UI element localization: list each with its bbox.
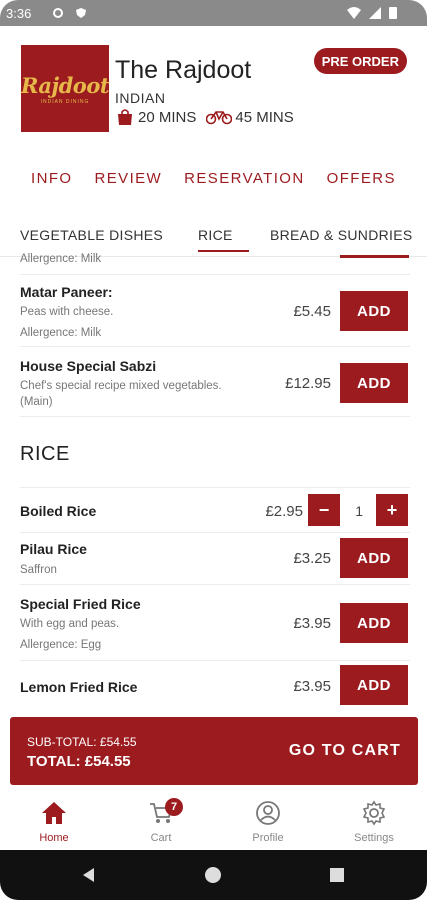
add-button[interactable]: ADD [340, 363, 408, 403]
info-tabs: INFO REVIEW RESERVATION OFFERS [0, 170, 427, 187]
item-description-extra: (Main) [20, 396, 53, 408]
tab-reservation[interactable]: RESERVATION [184, 170, 304, 187]
menu-item: Boiled Rice £2.95 − 1 + [20, 487, 410, 533]
system-navigation-bar [0, 850, 427, 900]
restaurant-cuisine: INDIAN [115, 90, 166, 106]
list-item: Allergence: Milk [20, 247, 410, 275]
item-price: £3.95 [293, 678, 331, 695]
menu-item: Matar Paneer: Peas with cheese. Allergen… [20, 275, 410, 347]
tab-bread-sundries[interactable]: BREAD & SUNDRIES [270, 227, 413, 243]
restaurant-logo: Rajdoot INDIAN DINING [20, 45, 110, 132]
item-allergence: Allergence: Egg [20, 639, 102, 651]
add-button[interactable]: ADD [340, 665, 408, 705]
delivery-time: 45 MINS [235, 108, 294, 126]
tab-offers[interactable]: OFFERS [327, 170, 396, 187]
wifi-icon [347, 6, 361, 19]
recents-icon[interactable] [328, 866, 346, 884]
section-title-rice: RICE [20, 443, 70, 465]
menu-item: Lemon Fried Rice £3.95 ADD [20, 661, 410, 717]
logo-subtitle: INDIAN DINING [40, 98, 90, 105]
cart-subtotal: SUB-TOTAL: £54.55 [27, 735, 137, 749]
cart-summary-bar[interactable]: SUB-TOTAL: £54.55 TOTAL: £54.55 GO TO CA… [10, 717, 418, 785]
nav-settings[interactable]: Settings [334, 800, 414, 844]
quantity-value: 1 [355, 503, 363, 519]
home-circle-icon[interactable] [204, 866, 222, 884]
item-name: House Special Sabzi [20, 358, 157, 374]
go-to-cart-button[interactable]: GO TO CART [289, 742, 401, 760]
item-name: Pilau Rice [20, 541, 87, 557]
collection-time: 20 MINS [138, 108, 197, 126]
nav-cart-label: Cart [150, 832, 172, 844]
decrease-quantity-button[interactable]: − [308, 494, 340, 526]
delivery-times: 20 MINS 45 MINS [115, 108, 294, 126]
nav-home-label: Home [39, 832, 69, 844]
add-button[interactable]: ADD [340, 291, 408, 331]
tab-vegetable-dishes[interactable]: VEGETABLE DISHES [20, 227, 163, 243]
restaurant-header: Rajdoot INDIAN DINING The Rajdoot INDIAN… [20, 44, 410, 134]
bag-icon [118, 109, 132, 125]
item-description: Peas with cheese. [20, 306, 114, 318]
nav-settings-label: Settings [354, 832, 394, 844]
item-name: Boiled Rice [20, 503, 97, 519]
battery-icon [389, 7, 397, 19]
item-allergence: Allergence: Milk [20, 327, 102, 339]
item-description: With egg and peas. [20, 618, 120, 630]
restaurant-name: The Rajdoot [115, 56, 252, 84]
gear-icon [53, 8, 63, 18]
item-price: £2.95 [265, 503, 303, 520]
item-name: Matar Paneer: [20, 284, 113, 300]
add-button[interactable]: ADD [340, 603, 408, 643]
shield-icon [76, 8, 86, 18]
menu-item: Pilau Rice Saffron £3.25 ADD [20, 533, 410, 585]
tab-info[interactable]: INFO [31, 170, 72, 187]
back-icon[interactable] [80, 866, 98, 884]
tab-review[interactable]: REVIEW [95, 170, 163, 187]
profile-icon [256, 801, 280, 825]
app-screen: 3:36 Rajdoot INDIAN DINING The Rajdoot I… [0, 0, 427, 900]
signal-icon [369, 6, 381, 19]
gear-icon [362, 800, 386, 826]
item-description: Chef's special recipe mixed vegetables. [20, 380, 222, 392]
tab-rice[interactable]: RICE [198, 227, 233, 243]
nav-profile[interactable]: Profile [228, 800, 308, 844]
increase-quantity-button[interactable]: + [376, 494, 408, 526]
cart-badge: 7 [165, 798, 183, 816]
bicycle-icon [206, 111, 233, 125]
menu-item: Special Fried Rice With egg and peas. Al… [20, 585, 410, 661]
item-name: Lemon Fried Rice [20, 679, 138, 695]
home-icon [42, 802, 66, 824]
status-time: 3:36 [6, 6, 32, 21]
status-bar: 3:36 [0, 0, 427, 26]
menu-item: House Special Sabzi Chef's special recip… [20, 347, 410, 417]
preorder-button[interactable]: PRE ORDER [313, 48, 407, 74]
menu-list[interactable]: Allergence: Milk Matar Paneer: Peas with… [0, 247, 427, 717]
item-price: £3.95 [293, 615, 331, 632]
item-price: £3.25 [293, 550, 331, 567]
item-allergence: Allergence: Milk [20, 253, 102, 265]
item-name: Special Fried Rice [20, 596, 141, 612]
nav-cart[interactable]: 7 Cart [121, 798, 201, 844]
logo-word: Rajdoot [20, 72, 110, 98]
item-price: £12.95 [285, 375, 331, 392]
bottom-navigation: Home 7 Cart Profile Settings [0, 795, 427, 850]
add-button[interactable]: ADD [340, 538, 408, 578]
nav-home[interactable]: Home [14, 800, 94, 844]
nav-profile-label: Profile [252, 832, 284, 844]
item-description: Saffron [20, 564, 57, 576]
item-price: £5.45 [293, 303, 331, 320]
cart-total: TOTAL: £54.55 [27, 753, 131, 770]
